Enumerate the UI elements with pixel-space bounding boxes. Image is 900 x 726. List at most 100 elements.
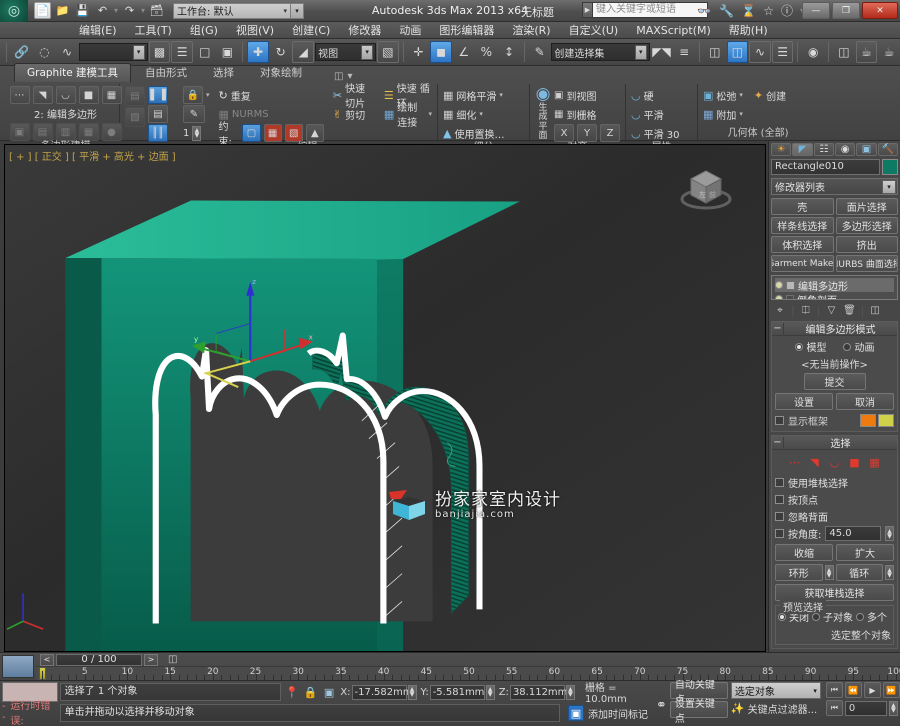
use-stack-selection-row[interactable]: 使用堆栈选择 (775, 475, 894, 490)
viewport-thumbnail[interactable] (2, 655, 34, 678)
stack-item-edit-poly[interactable]: 编辑多边形 (775, 278, 894, 293)
make-planar-label[interactable]: 生成 平面 (535, 103, 551, 142)
menu-edit[interactable]: 编辑(E) (70, 21, 126, 39)
generate-topology-icon[interactable]: ▣ (9, 123, 30, 141)
ring-spinner[interactable]: ▲ ▼ (824, 565, 834, 580)
edit-mode-icon[interactable]: ✎ (183, 105, 205, 123)
lock-icon[interactable]: 🔒 (303, 684, 318, 700)
key-filters-label[interactable]: 关键点过滤器... (748, 701, 818, 716)
pin-stack-icon[interactable]: ⌖ (773, 303, 787, 317)
absolute-relative-mode-icon[interactable]: ▣ (322, 684, 336, 700)
star-icon[interactable]: ☆ (763, 4, 774, 18)
workspace-dropdown-button[interactable]: ▾ (291, 2, 305, 19)
save-file-icon[interactable]: 💾 (74, 2, 91, 19)
perspective-viewport[interactable]: z x y [+] [正交] [平滑 + 高光 + 边面] 左 前 … (4, 144, 766, 652)
preserve-uv-icon[interactable]: ▦ (78, 123, 99, 141)
by-angle-spinner[interactable]: ▲ ▼ (885, 526, 894, 541)
layer-manager-icon[interactable]: ◫ (704, 41, 726, 63)
constraint-edge-icon[interactable]: ▦ (263, 124, 282, 142)
frame-display[interactable]: 0 / 100 (56, 653, 142, 666)
hierarchy-tab[interactable]: ☷ (813, 143, 834, 156)
coord-x-field[interactable]: -17.582mm (351, 684, 413, 700)
new-file-icon[interactable]: 📄 (34, 2, 51, 19)
element-level-icon[interactable]: ▦ (101, 86, 122, 104)
tab-selection[interactable]: 选择 (201, 64, 246, 82)
menu-help[interactable]: 帮助(H) (720, 21, 777, 39)
coord-y-field[interactable]: -5.581mm (429, 684, 485, 700)
menu-views[interactable]: 视图(V) (227, 21, 283, 39)
rendered-frame-window-icon[interactable]: ☕ (855, 41, 878, 63)
menu-customize[interactable]: 自定义(U) (560, 21, 628, 39)
modifier-nurbs-surf-select-button[interactable]: NURBS 曲面选择 (835, 255, 898, 272)
radio-animate-label[interactable]: 动画 (855, 339, 875, 354)
key-filter-icon[interactable]: ✨ (731, 702, 745, 715)
rollout-header-edit-poly-mode[interactable]: − 编辑多边形模式 (772, 322, 897, 336)
align-z-button[interactable]: Z (600, 124, 620, 142)
select-and-rotate-icon[interactable]: ↻ (270, 41, 292, 63)
cancel-button[interactable]: 取消 (836, 393, 894, 410)
search-expand-icon[interactable]: ▶ (582, 2, 593, 18)
wrench-icon[interactable]: 🔧 (719, 4, 734, 18)
use-stack-selection-checkbox[interactable] (775, 478, 784, 487)
coord-z-field[interactable]: 38.112mm (509, 684, 567, 700)
schematic-view-icon[interactable]: ☰ (771, 41, 794, 63)
undo-icon[interactable]: ↶ (94, 2, 111, 19)
shrink-button[interactable]: 收缩 (775, 544, 833, 561)
render-setup-icon[interactable]: ◫ (833, 41, 855, 63)
radio-model-label[interactable]: 模型 (807, 339, 827, 354)
border-icon[interactable]: ◡ (828, 456, 842, 469)
modifier-patch-select-button[interactable]: 面片选择 (835, 198, 898, 215)
lock-stack-selection-icon[interactable]: 🔒 (183, 86, 203, 104)
close-button[interactable]: ✕ (862, 2, 898, 19)
create-tab[interactable]: ☀ (771, 143, 792, 156)
preview-subobject-radio-icon[interactable] (812, 612, 820, 621)
prev-frame-button[interactable]: < (40, 653, 54, 666)
link-icon[interactable]: 🔗 (11, 41, 33, 63)
go-to-start-icon[interactable]: ⏮ (825, 682, 843, 698)
show-cage-checkbox[interactable] (775, 416, 784, 425)
by-vertex-row[interactable]: 按顶点 (775, 492, 894, 507)
constraint-normal-icon[interactable]: ▲ (305, 124, 324, 142)
key-selection-combo[interactable]: 选定对象 ▾ (730, 682, 821, 699)
angle-snap-icon[interactable]: ∠ (453, 41, 475, 63)
track-bar-icon[interactable]: ◫ (168, 654, 177, 665)
render-production-icon[interactable]: ☕ (878, 41, 900, 63)
ignore-backfacing-checkbox[interactable] (775, 512, 784, 521)
current-frame-field[interactable]: 0 (844, 700, 887, 716)
play-animation-icon[interactable]: ▶ (863, 682, 881, 698)
chevron-down-icon[interactable]: ▾ (206, 91, 210, 99)
ribbon-toggle-icon[interactable]: ◫ (726, 41, 749, 63)
modifier-poly-select-button[interactable]: 多边形选择 (835, 217, 898, 234)
align-y-button[interactable]: Y (577, 124, 597, 142)
cage-color-swatch-2[interactable] (878, 414, 894, 427)
by-angle-checkbox[interactable] (775, 529, 784, 538)
edge-icon[interactable]: ◥ (808, 456, 822, 469)
loop-button[interactable]: 循环 (835, 564, 883, 581)
cut-label[interactable]: 剪切 (345, 107, 365, 122)
expand-box-icon[interactable] (786, 280, 795, 290)
create-label[interactable]: 创建 (766, 88, 786, 103)
chevron-down-icon[interactable]: ▾ (428, 110, 432, 118)
tab-graphite-modeling-tools[interactable]: Graphite 建模工具 (14, 63, 132, 82)
modify-tab[interactable]: ◤ (792, 143, 813, 156)
next-frame-button[interactable]: > (144, 653, 158, 666)
paint-deform-icon[interactable]: ▥ (55, 123, 76, 141)
selection-filter-combo[interactable]: ▾ (78, 43, 148, 61)
light-bulb-icon[interactable] (775, 281, 783, 289)
attach-label[interactable]: 附加 (716, 107, 736, 122)
menu-maxscript[interactable]: MAXScript(M) (627, 23, 720, 38)
light-bulb-icon[interactable] (775, 295, 783, 299)
mirror-icon[interactable]: ◤◥ (651, 41, 673, 63)
open-file-icon[interactable]: 📁 (54, 2, 71, 19)
chevron-down-icon[interactable]: ▾ (499, 91, 503, 99)
menu-rendering[interactable]: 渲染(R) (503, 21, 559, 39)
repeat-label[interactable]: 重复 (231, 88, 251, 103)
show-end-result-icon[interactable]: ▌▐ (148, 86, 168, 104)
tab-freeform[interactable]: 自由形式 (133, 64, 199, 82)
set-key-button[interactable]: 设置关键点 (669, 699, 728, 725)
coord-y-spinner[interactable]: ▲ ▼ (485, 684, 495, 700)
radio-model-icon[interactable] (794, 342, 803, 351)
search-input[interactable]: 键入关键字或短语 (593, 2, 708, 18)
collapse-box-icon[interactable]: − (786, 295, 795, 299)
chevron-down-icon[interactable]: ▾ (739, 110, 743, 118)
